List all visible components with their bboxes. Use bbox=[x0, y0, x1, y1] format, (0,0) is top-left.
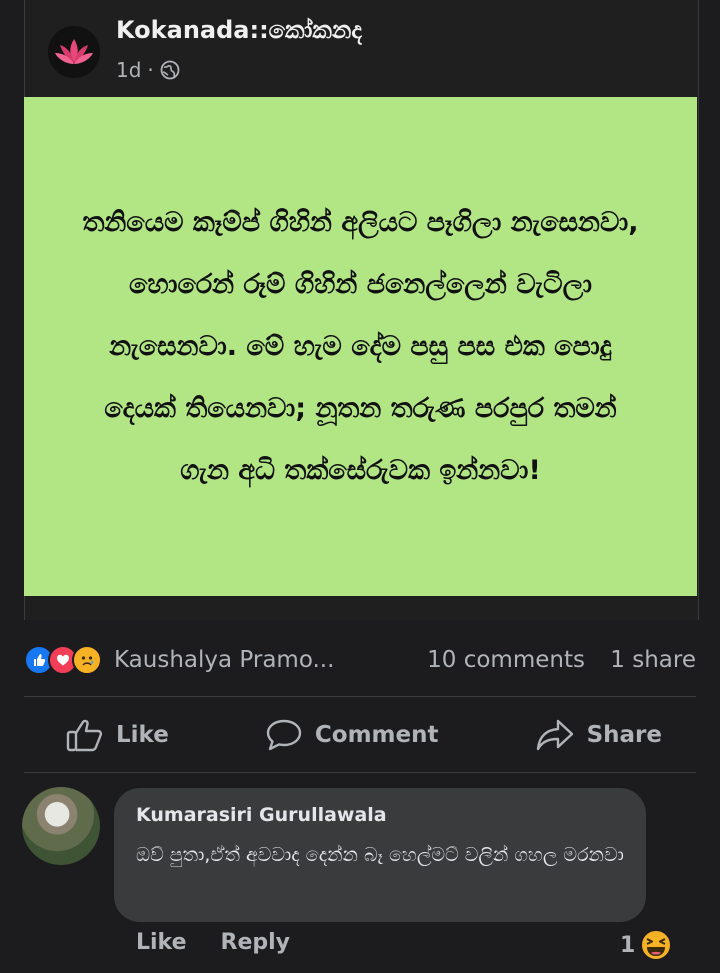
comment-button[interactable]: Comment bbox=[265, 718, 439, 752]
comment-reaction-count: 1 bbox=[620, 932, 636, 958]
reactions-summary: Kaushalya Pramo... 10 comments 1 share bbox=[24, 640, 696, 680]
comment-actions: Like Reply bbox=[136, 930, 290, 955]
comment-like-button[interactable]: Like bbox=[136, 930, 187, 955]
like-label: Like bbox=[116, 722, 169, 748]
post-time[interactable]: 1d bbox=[116, 58, 141, 82]
meta-separator: · bbox=[147, 58, 154, 82]
comment-reply-button[interactable]: Reply bbox=[221, 930, 291, 955]
speech-bubble-icon bbox=[266, 719, 302, 751]
page-name[interactable]: Kokanada::කෝකනද bbox=[116, 16, 362, 44]
comment-label: Comment bbox=[314, 722, 439, 748]
comments-count[interactable]: 10 comments bbox=[427, 647, 585, 673]
globe-icon bbox=[160, 60, 180, 80]
thumbs-up-icon bbox=[66, 719, 103, 752]
commenter-avatar[interactable] bbox=[22, 787, 100, 865]
page-avatar[interactable] bbox=[48, 26, 100, 78]
divider-bottom bbox=[24, 772, 696, 773]
reaction-names[interactable]: Kaushalya Pramo... bbox=[114, 647, 409, 673]
comment-bubble[interactable]: Kumarasiri Gurullawala ඔව් පුතා,ඒත් අවවා… bbox=[114, 788, 646, 922]
lotus-logo-icon bbox=[55, 39, 93, 64]
share-label: Share bbox=[586, 722, 662, 748]
post-image[interactable]: තනියෙම කෑම්ප් ගිහින් අලියට පෑගිලා නැසෙනව… bbox=[24, 97, 697, 596]
reaction-icons[interactable] bbox=[24, 645, 102, 675]
like-button[interactable]: Like bbox=[66, 718, 169, 752]
shares-count[interactable]: 1 share bbox=[610, 647, 696, 673]
engagement-counts: 10 comments 1 share bbox=[409, 647, 696, 673]
commenter-name[interactable]: Kumarasiri Gurullawala bbox=[136, 804, 387, 826]
comment-text: ඔව් පුතා,ඒත් අවවාද දෙන්න බෑ හෙල්මට් වලින… bbox=[136, 844, 624, 866]
divider-top bbox=[24, 696, 696, 697]
post-actions: Like Comment Share bbox=[24, 700, 696, 770]
post-meta: 1d · bbox=[116, 58, 180, 82]
share-arrow-icon bbox=[536, 719, 573, 751]
comment-reaction-summary[interactable]: 1 bbox=[620, 928, 673, 962]
share-button[interactable]: Share bbox=[535, 718, 662, 752]
post-image-text: තනියෙම කෑම්ප් ගිහින් අලියට පෑගිලා නැසෙනව… bbox=[82, 206, 639, 486]
sad-reaction-icon bbox=[72, 645, 102, 675]
laugh-reaction-icon bbox=[640, 929, 673, 961]
